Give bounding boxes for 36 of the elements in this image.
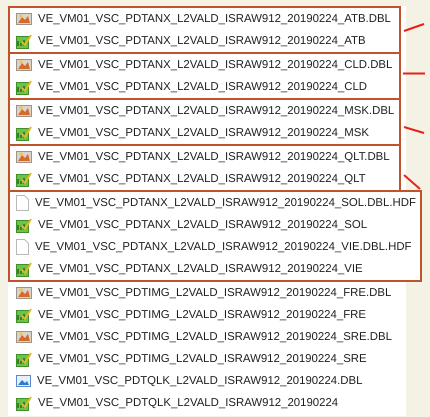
image-file-icon [16, 12, 32, 26]
file-icon [16, 195, 29, 211]
file-name[interactable]: VE_VM01_VSC_PDTIMG_L2VALD_ISRAW912_20190224_SRE [38, 353, 367, 365]
image-file-icon [16, 150, 32, 164]
image-file-icon [16, 104, 32, 118]
file-name[interactable]: VE_VM01_VSC_PDTIMG_L2VALD_ISRAW912_20190224_FRE.DBL [38, 287, 392, 299]
file-name[interactable]: VE_VM01_VSC_PDTANX_L2VALD_ISRAW912_20190224_SOL [38, 219, 368, 231]
file-name[interactable]: VE_VM01_VSC_PDTANX_L2VALD_ISRAW912_20190224_VIE [38, 263, 363, 275]
file-name[interactable]: VE_VM01_VSC_PDTIMG_L2VALD_ISRAW912_20190224_FRE [38, 309, 366, 321]
file-icon [16, 239, 29, 255]
chart-file-icon [16, 126, 32, 140]
chart-file-icon [16, 262, 32, 276]
chart-file-icon [16, 172, 32, 186]
file-name[interactable]: VE_VM01_VSC_PDTANX_L2VALD_ISRAW912_20190224_ATB.DBL [38, 13, 391, 25]
file-name[interactable]: VE_VM01_VSC_PDTANX_L2VALD_ISRAW912_20190224_ATB [38, 35, 366, 47]
image-file-icon [16, 286, 32, 300]
file-name[interactable]: VE_VM01_VSC_PDTQLK_L2VALD_ISRAW912_20190224 [38, 397, 338, 409]
image-file-icon [16, 58, 32, 72]
chart-file-icon [16, 34, 32, 48]
file-name[interactable]: VE_VM01_VSC_PDTIMG_L2VALD_ISRAW912_20190224_SRE.DBL [38, 331, 392, 343]
file-name[interactable]: VE_VM01_VSC_PDTANX_L2VALD_ISRAW912_20190224_SOL.DBL.HDF [35, 197, 416, 209]
file-name[interactable]: VE_VM01_VSC_PDTANX_L2VALD_ISRAW912_20190224_QLT [38, 173, 366, 185]
file-name[interactable]: VE_VM01_VSC_PDTANX_L2VALD_ISRAW912_20190224_MSK [38, 127, 369, 139]
chart-file-icon [16, 308, 32, 322]
image-file-icon [16, 330, 32, 344]
chart-file-icon [16, 218, 32, 232]
chart-file-icon [16, 352, 32, 366]
chart-file-icon [16, 80, 32, 94]
file-name[interactable]: VE_VM01_VSC_PDTANX_L2VALD_ISRAW912_20190224_MSK.DBL [38, 105, 394, 117]
file-name[interactable]: VE_VM01_VSC_PDTQLK_L2VALD_ISRAW912_20190224.DBL [37, 375, 362, 387]
file-name[interactable]: VE_VM01_VSC_PDTANX_L2VALD_ISRAW912_20190224_CLD [38, 81, 368, 93]
file-name[interactable]: VE_VM01_VSC_PDTANX_L2VALD_ISRAW912_20190224_QLT.DBL [38, 151, 390, 163]
file-name[interactable]: VE_VM01_VSC_PDTANX_L2VALD_ISRAW912_20190224_CLD.DBL [38, 59, 392, 71]
file-name[interactable]: VE_VM01_VSC_PDTANX_L2VALD_ISRAW912_20190224_VIE.DBL.HDF [35, 241, 412, 253]
picture-file-icon [16, 374, 31, 388]
chart-file-icon [16, 396, 32, 410]
